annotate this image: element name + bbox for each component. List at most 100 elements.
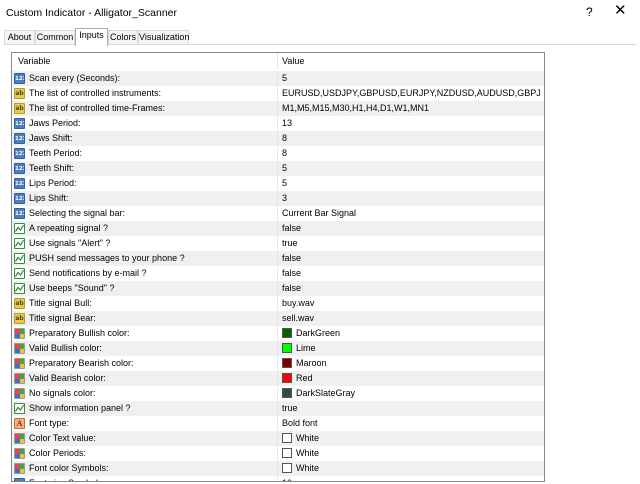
value-cell[interactable]: true <box>282 238 540 248</box>
value-cell[interactable]: Lime <box>296 343 544 353</box>
cell-divider <box>277 266 278 281</box>
cell-divider <box>277 236 278 251</box>
variable-name: Title signal Bear: <box>29 313 96 323</box>
cell-divider <box>277 191 278 206</box>
table-row[interactable]: No signals color: DarkSlateGray <box>12 386 544 401</box>
table-row[interactable]: Use beeps "Sound" ? false <box>12 281 544 296</box>
table-row[interactable]: Color Periods: White <box>12 446 544 461</box>
integer-icon: 123 <box>14 193 25 204</box>
table-row[interactable]: 123 Jaws Period: 13 <box>12 116 544 131</box>
variable-column-header[interactable]: Variable <box>18 56 50 66</box>
value-cell[interactable]: DarkSlateGray <box>296 388 544 398</box>
value-cell[interactable]: Red <box>296 373 544 383</box>
variable-name: Scan every (Seconds): <box>29 73 121 83</box>
table-row[interactable]: A repeating signal ? false <box>12 221 544 236</box>
string-icon: ab <box>14 103 25 114</box>
tab-strip: About Common Inputs Colors Visualization <box>0 26 640 46</box>
variable-name: Use beeps "Sound" ? <box>29 283 115 293</box>
integer-icon: 123 <box>14 148 25 159</box>
color-icon <box>14 463 25 474</box>
variable-name: Selecting the signal bar: <box>29 208 126 218</box>
value-cell[interactable]: Current Bar Signal <box>282 208 540 218</box>
table-row[interactable]: ab Title signal Bull: buy.wav <box>12 296 544 311</box>
boolean-icon <box>14 238 25 249</box>
value-cell[interactable]: 13 <box>282 118 540 128</box>
column-divider[interactable] <box>277 53 278 69</box>
help-button[interactable]: ? <box>586 5 593 19</box>
table-row[interactable]: 123 Teeth Shift: 5 <box>12 161 544 176</box>
value-cell[interactable]: 8 <box>282 148 540 158</box>
table-row[interactable]: 123 Lips Period: 5 <box>12 176 544 191</box>
value-cell[interactable]: White <box>296 433 544 443</box>
table-row[interactable]: Show information panel ? true <box>12 401 544 416</box>
color-swatch[interactable] <box>282 433 292 443</box>
boolean-icon <box>14 268 25 279</box>
value-cell[interactable]: false <box>282 268 540 278</box>
tab-about[interactable]: About <box>4 30 35 45</box>
table-row[interactable]: 123 Font size Symbols: 10 <box>12 476 544 481</box>
color-swatch[interactable] <box>282 343 292 353</box>
value-cell[interactable]: false <box>282 223 540 233</box>
table-row[interactable]: 123 Selecting the signal bar: Current Bar … <box>12 206 544 221</box>
color-swatch[interactable] <box>282 358 292 368</box>
variable-name: Lips Shift: <box>29 193 69 203</box>
cell-divider <box>277 221 278 236</box>
integer-icon: 123 <box>14 208 25 219</box>
value-cell[interactable]: 8 <box>282 133 540 143</box>
table-row[interactable]: Color Text value: White <box>12 431 544 446</box>
boolean-icon <box>14 253 25 264</box>
color-swatch[interactable] <box>282 328 292 338</box>
value-cell[interactable]: DarkGreen <box>296 328 544 338</box>
value-cell[interactable]: Bold font <box>282 418 540 428</box>
table-row[interactable]: A Font type: Bold font <box>12 416 544 431</box>
tab-visualization[interactable]: Visualization <box>138 30 189 45</box>
table-row[interactable]: Preparatory Bearish color: Maroon <box>12 356 544 371</box>
color-swatch[interactable] <box>282 463 292 473</box>
cell-divider <box>277 176 278 191</box>
value-column-header[interactable]: Value <box>282 56 304 66</box>
value-cell[interactable]: M1,M5,M15,M30,H1,H4,D1,W1,MN1 <box>282 103 540 113</box>
table-row[interactable]: Send notifications by e-mail ? false <box>12 266 544 281</box>
value-cell[interactable]: White <box>296 463 544 473</box>
color-swatch[interactable] <box>282 448 292 458</box>
value-cell[interactable]: White <box>296 448 544 458</box>
value-cell[interactable]: sell.wav <box>282 313 540 323</box>
table-row[interactable]: 123 Jaws Shift: 8 <box>12 131 544 146</box>
value-cell[interactable]: 5 <box>282 73 540 83</box>
table-row[interactable]: PUSH send messages to your phone ? false <box>12 251 544 266</box>
value-cell[interactable]: 5 <box>282 178 540 188</box>
tab-inputs[interactable]: Inputs <box>75 28 108 46</box>
value-cell[interactable]: 10 <box>282 478 540 481</box>
table-row[interactable]: ab The list of controlled time-Frames: M1,… <box>12 101 544 116</box>
value-cell[interactable]: buy.wav <box>282 298 540 308</box>
table-row[interactable]: Valid Bullish color: Lime <box>12 341 544 356</box>
value-cell[interactable]: Maroon <box>296 358 544 368</box>
color-icon <box>14 433 25 444</box>
color-swatch[interactable] <box>282 373 292 383</box>
value-cell[interactable]: true <box>282 403 540 413</box>
color-icon <box>14 448 25 459</box>
cell-divider <box>277 416 278 431</box>
value-cell[interactable]: false <box>282 283 540 293</box>
close-icon[interactable]: ✕ <box>614 3 627 18</box>
color-swatch[interactable] <box>282 388 292 398</box>
cell-divider <box>277 161 278 176</box>
variable-name: Show information panel ? <box>29 403 131 413</box>
table-row[interactable]: ab The list of controlled instruments: EUR… <box>12 86 544 101</box>
table-row[interactable]: Font color Symbols: White <box>12 461 544 476</box>
table-row[interactable]: 123 Scan every (Seconds): 5 <box>12 71 544 86</box>
table-row[interactable]: ab Title signal Bear: sell.wav <box>12 311 544 326</box>
value-cell[interactable]: EURUSD,USDJPY,GBPUSD,EURJPY,NZDUSD,AUDUS… <box>282 88 540 98</box>
table-row[interactable]: Use signals "Alert" ? true <box>12 236 544 251</box>
value-cell[interactable]: 3 <box>282 193 540 203</box>
value-cell[interactable]: false <box>282 253 540 263</box>
tab-colors[interactable]: Colors <box>108 30 138 45</box>
tab-common[interactable]: Common <box>35 30 75 45</box>
cell-divider <box>277 446 278 461</box>
cell-divider <box>277 131 278 146</box>
table-row[interactable]: 123 Lips Shift: 3 <box>12 191 544 206</box>
table-row[interactable]: Preparatory Bullish color: DarkGreen <box>12 326 544 341</box>
table-row[interactable]: Valid Bearish color: Red <box>12 371 544 386</box>
value-cell[interactable]: 5 <box>282 163 540 173</box>
table-row[interactable]: 123 Teeth Period: 8 <box>12 146 544 161</box>
